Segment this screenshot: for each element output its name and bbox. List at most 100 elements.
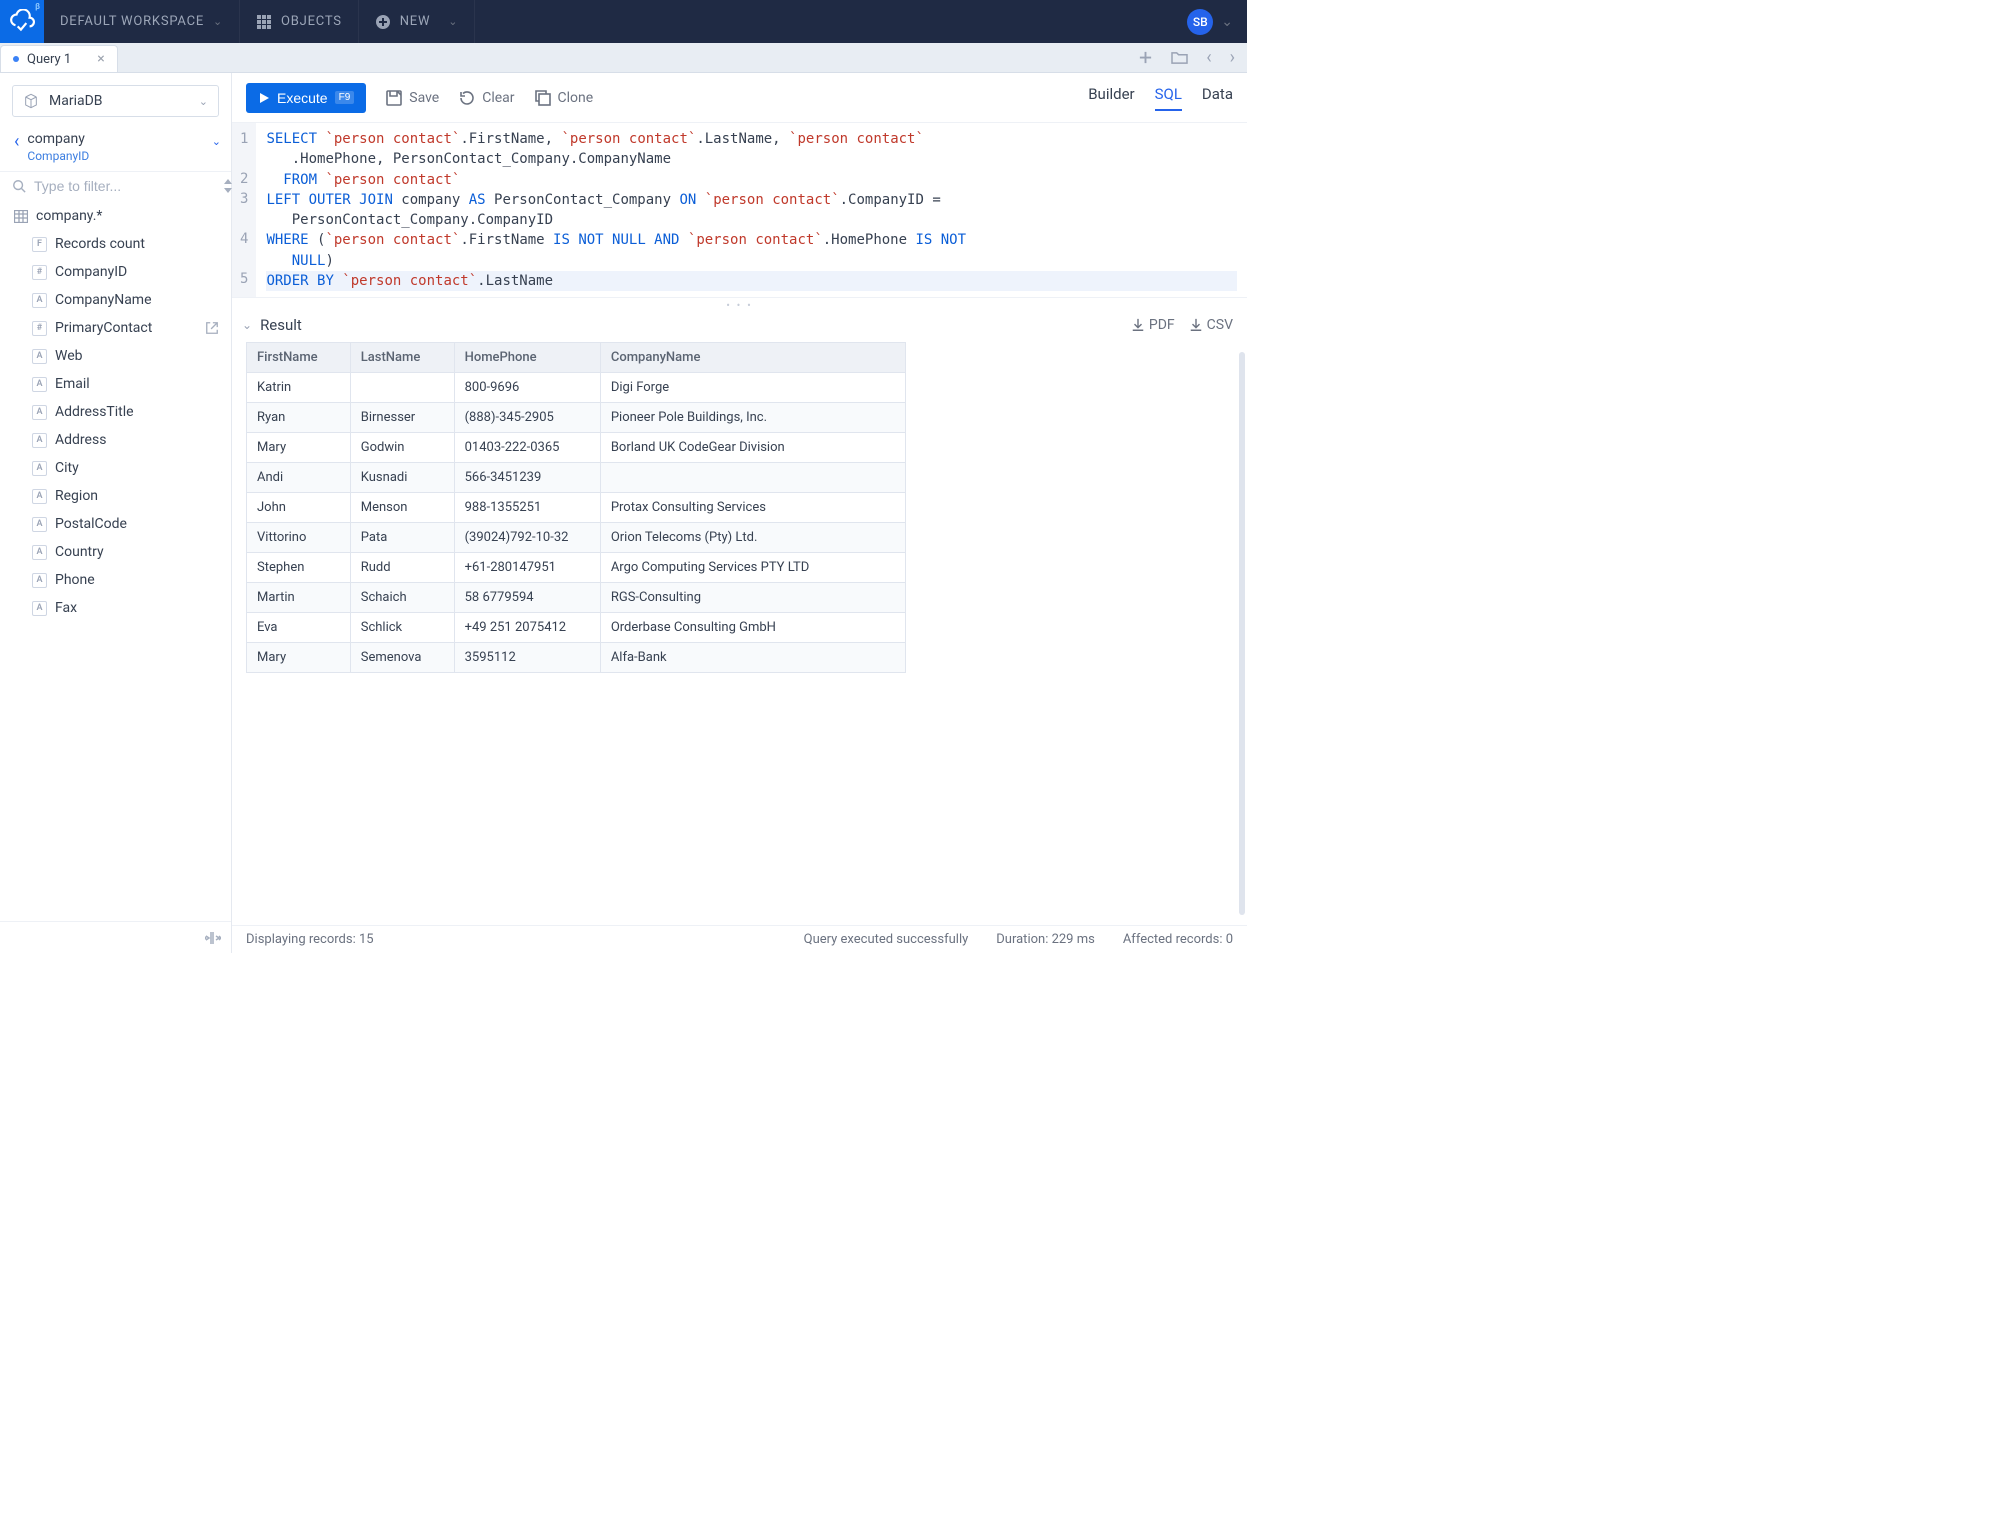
column-type-icon: A (32, 377, 47, 392)
nav-new[interactable]: NEW ⌄ (359, 0, 476, 43)
view-tab-data[interactable]: Data (1202, 85, 1233, 111)
folder-icon[interactable] (1171, 50, 1188, 66)
tree-column-node[interactable]: AWeb (30, 342, 223, 370)
result-cell (600, 463, 905, 493)
app-header: β DEFAULT WORKSPACE ⌄ OBJECTS NEW ⌄ SB ⌄ (0, 0, 1247, 43)
tree-column-node[interactable]: AFax (30, 594, 223, 622)
table-row[interactable]: MaryGodwin01403-222-0365Borland UK CodeG… (247, 433, 906, 463)
result-scrollbar[interactable] (1239, 352, 1245, 915)
table-row[interactable]: JohnMenson988-1355251Protax Consulting S… (247, 493, 906, 523)
new-tab-button[interactable] (1138, 50, 1153, 66)
result-cell: Ryan (247, 403, 351, 433)
editor-code[interactable]: SELECT `person contact`.FirstName, `pers… (256, 123, 1247, 297)
result-cell: Mary (247, 643, 351, 673)
view-tab-builder[interactable]: Builder (1088, 85, 1134, 111)
chevron-down-icon: ⌄ (199, 95, 208, 108)
tree-column-node[interactable]: AAddress (30, 426, 223, 454)
column-label: Address (55, 432, 106, 448)
nav-next-button[interactable]: › (1230, 47, 1235, 68)
nav-objects[interactable]: OBJECTS (240, 0, 359, 43)
sql-editor[interactable]: 1 23 4 5 SELECT `person contact`.FirstNa… (232, 123, 1247, 298)
result-title: Result (260, 316, 302, 334)
status-duration: Duration: 229 ms (996, 932, 1095, 947)
tree-root-label: company.* (36, 208, 102, 224)
tab-close-button[interactable]: × (97, 51, 104, 67)
breadcrumb-expand-button[interactable]: ⌄ (212, 135, 221, 148)
grid-icon (256, 14, 272, 30)
result-cell: Orion Telecoms (Pty) Ltd. (600, 523, 905, 553)
breadcrumb-back-button[interactable]: ‹ (14, 133, 19, 151)
column-label: Fax (55, 600, 77, 616)
tree-column-node[interactable]: ACity (30, 454, 223, 482)
result-panel: ⌄ Result PDF CSV FirstNameLastNameHomePh… (232, 312, 1247, 953)
chevron-down-icon[interactable]: ⌄ (1221, 14, 1233, 30)
table-row[interactable]: RyanBirnesser(888)-345-2905Pioneer Pole … (247, 403, 906, 433)
result-cell: Birnesser (350, 403, 454, 433)
result-header-cell[interactable]: CompanyName (600, 343, 905, 373)
workspace-dropdown[interactable]: DEFAULT WORKSPACE ⌄ (44, 0, 240, 43)
unsaved-dot-icon (13, 56, 19, 62)
tree-column-node[interactable]: AEmail (30, 370, 223, 398)
tree-column-node[interactable]: A Country (30, 538, 223, 566)
result-cell: Andi (247, 463, 351, 493)
result-cell: Pioneer Pole Buildings, Inc. (600, 403, 905, 433)
result-cell: Stephen (247, 553, 351, 583)
column-label: Country (55, 544, 104, 560)
result-collapse-button[interactable]: ⌄ (242, 318, 252, 332)
save-button[interactable]: Save (386, 90, 439, 106)
result-cell: Pata (350, 523, 454, 553)
result-cell: 01403-222-0365 (454, 433, 600, 463)
result-cell: Martin (247, 583, 351, 613)
user-avatar[interactable]: SB (1187, 9, 1213, 35)
result-header-cell[interactable]: LastName (350, 343, 454, 373)
table-row[interactable]: EvaSchlick+49 251 2075412Orderbase Consu… (247, 613, 906, 643)
table-row[interactable]: Katrin800-9696Digi Forge (247, 373, 906, 403)
clone-button[interactable]: Clone (535, 90, 594, 106)
schema-filter-input[interactable] (34, 178, 215, 194)
nav-prev-button[interactable]: ‹ (1206, 47, 1211, 68)
view-tab-sql[interactable]: SQL (1155, 85, 1182, 111)
result-cell: Schaich (350, 583, 454, 613)
sidebar-panel-toggle[interactable] (205, 930, 221, 946)
result-header-cell[interactable]: FirstName (247, 343, 351, 373)
execute-button[interactable]: Execute F9 (246, 83, 366, 113)
table-row[interactable]: MarySemenova3595112Alfa-Bank (247, 643, 906, 673)
tree-root-node[interactable]: company.* (12, 202, 223, 230)
database-selector[interactable]: MariaDB ⌄ (12, 85, 219, 117)
tree-column-node[interactable]: APostalCode (30, 510, 223, 538)
query-tab[interactable]: Query 1 × (0, 45, 118, 72)
tree-column-node[interactable]: FRecords count (30, 230, 223, 258)
result-cell: Kusnadi (350, 463, 454, 493)
status-bar: Displaying records: 15 Query executed su… (232, 925, 1247, 953)
export-csv-button[interactable]: CSV (1189, 317, 1233, 333)
result-cell: +49 251 2075412 (454, 613, 600, 643)
external-link-icon[interactable] (205, 320, 219, 336)
result-cell: Rudd (350, 553, 454, 583)
tree-column-node[interactable]: ACompanyName (30, 286, 223, 314)
table-row[interactable]: VittorinoPata(39024)792-10-32Orion Telec… (247, 523, 906, 553)
panel-splitter[interactable]: • • • (232, 298, 1247, 312)
breadcrumb-title: company (27, 131, 203, 147)
clear-button[interactable]: Clear (459, 90, 514, 106)
tree-column-node[interactable]: #PrimaryContact (30, 314, 223, 342)
export-pdf-button[interactable]: PDF (1131, 317, 1175, 333)
table-row[interactable]: AndiKusnadi566-3451239 (247, 463, 906, 493)
result-cell: Orderbase Consulting GmbH (600, 613, 905, 643)
table-row[interactable]: MartinSchaich58 6779594RGS-Consulting (247, 583, 906, 613)
result-cell: (39024)792-10-32 (454, 523, 600, 553)
tree-column-node[interactable]: AAddressTitle (30, 398, 223, 426)
column-label: PrimaryContact (55, 320, 152, 336)
result-header-cell[interactable]: HomePhone (454, 343, 600, 373)
column-type-icon: A (32, 545, 47, 560)
tree-column-node[interactable]: #CompanyID (30, 258, 223, 286)
app-logo[interactable]: β (0, 0, 44, 43)
sidebar-footer (0, 921, 231, 953)
tree-column-node[interactable]: ARegion (30, 482, 223, 510)
editor-tabs-bar: Query 1 × ‹ › (0, 43, 1247, 73)
tree-column-node[interactable]: APhone (30, 566, 223, 594)
table-row[interactable]: StephenRudd+61-280147951Argo Computing S… (247, 553, 906, 583)
result-cell: Godwin (350, 433, 454, 463)
result-table: FirstNameLastNameHomePhoneCompanyName Ka… (246, 342, 906, 673)
search-icon (12, 178, 26, 194)
column-label: PostalCode (55, 516, 127, 532)
